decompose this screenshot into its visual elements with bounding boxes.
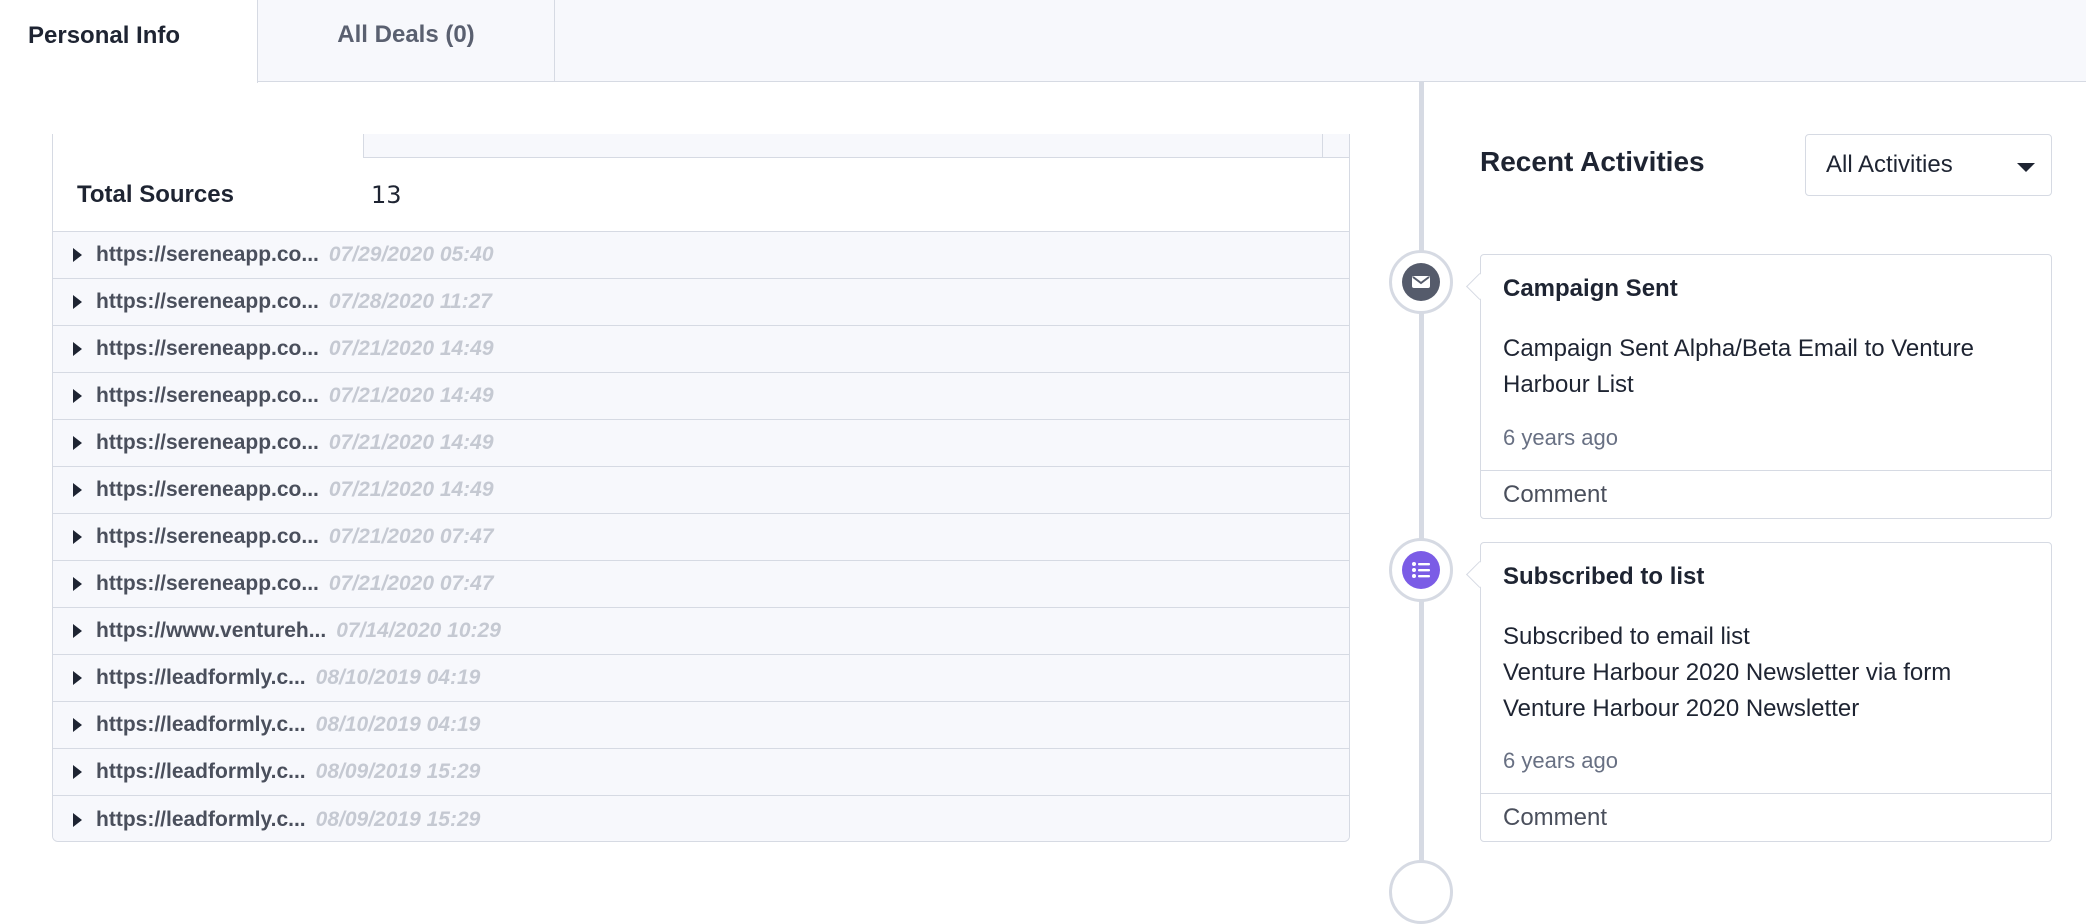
source-date: 07/21/2020 14:49 (328, 337, 494, 360)
strip-cell (1323, 134, 1349, 158)
timeline-line (1419, 82, 1424, 868)
source-url: https://leadformly.c... (96, 807, 306, 831)
sources-panel: Total Sources 13 https://sereneapp.co...… (52, 134, 1350, 842)
comment-button[interactable]: Comment (1481, 470, 2051, 518)
caret-right-icon[interactable] (73, 248, 82, 262)
caret-right-icon[interactable] (73, 577, 82, 591)
source-date: 07/21/2020 07:47 (328, 525, 494, 548)
timeline-node (1389, 538, 1453, 602)
total-sources-row: Total Sources 13 (53, 158, 1349, 232)
activity-title: Subscribed to list (1503, 563, 1705, 590)
source-row[interactable]: https://sereneapp.co... 07/28/2020 11:27 (53, 279, 1349, 326)
source-date: 08/10/2019 04:19 (315, 666, 481, 689)
source-date: 07/21/2020 14:49 (328, 478, 494, 501)
activity-body: Campaign Sent Alpha/Beta Email to Ventur… (1503, 331, 2033, 403)
caret-down-icon (2017, 163, 2035, 172)
source-url: https://sereneapp.co... (96, 290, 319, 313)
caret-right-icon[interactable] (73, 812, 82, 827)
source-url: https://sereneapp.co... (96, 337, 319, 360)
activity-time: 6 years ago (1503, 748, 1618, 773)
source-url: https://sereneapp.co... (96, 243, 319, 266)
caret-right-icon[interactable] (73, 624, 82, 638)
source-url: https://leadformly.c... (96, 713, 306, 736)
source-row[interactable]: https://sereneapp.co... 07/21/2020 14:49 (53, 373, 1349, 420)
source-row[interactable]: https://sereneapp.co... 07/21/2020 14:49 (53, 467, 1349, 514)
caret-right-icon[interactable] (73, 671, 82, 685)
caret-right-icon[interactable] (73, 342, 82, 356)
tab-personal-info[interactable]: Personal Info (0, 0, 258, 83)
source-url: https://sereneapp.co... (96, 384, 319, 407)
recent-activities-title: Recent Activities (1480, 146, 1705, 177)
source-date: 07/21/2020 14:49 (328, 384, 494, 407)
list-icon (1402, 551, 1440, 589)
activity-body-line: Venture Harbour 2020 Newsletter (1503, 695, 1860, 722)
source-url: https://leadformly.c... (96, 760, 306, 783)
activity-body: Subscribed to email list Venture Harbour… (1503, 619, 2033, 727)
source-date: 08/10/2019 04:19 (315, 713, 481, 736)
caret-right-icon[interactable] (73, 389, 82, 403)
total-sources-value: 13 (371, 180, 402, 209)
timeline-node (1389, 250, 1453, 314)
caret-right-icon[interactable] (73, 765, 82, 779)
source-row[interactable]: https://www.ventureh... 07/14/2020 10:29 (53, 608, 1349, 655)
table-top-strip (53, 134, 1349, 158)
source-row[interactable]: https://sereneapp.co... 07/21/2020 07:47 (53, 561, 1349, 608)
source-date: 07/29/2020 05:40 (328, 243, 494, 266)
activity-body-line: Harbour List (1503, 371, 1634, 398)
source-date: 08/09/2019 15:29 (315, 807, 481, 831)
source-row[interactable]: https://leadformly.c... 08/09/2019 15:29 (53, 796, 1349, 841)
strip-cell (363, 134, 1323, 158)
source-row[interactable]: https://sereneapp.co... 07/21/2020 14:49 (53, 326, 1349, 373)
source-row[interactable]: https://leadformly.c... 08/09/2019 15:29 (53, 749, 1349, 796)
caret-right-icon[interactable] (73, 718, 82, 732)
activity-card: Subscribed to list Subscribed to email l… (1480, 542, 2052, 842)
source-row[interactable]: https://sereneapp.co... 07/21/2020 07:47 (53, 514, 1349, 561)
caret-right-icon[interactable] (73, 436, 82, 450)
activity-filter-select[interactable]: All Activities (1805, 134, 2052, 196)
source-row[interactable]: https://leadformly.c... 08/10/2019 04:19 (53, 655, 1349, 702)
source-row[interactable]: https://sereneapp.co... 07/29/2020 05:40 (53, 232, 1349, 279)
activity-filter-value: All Activities (1826, 151, 1953, 178)
source-row[interactable]: https://sereneapp.co... 07/21/2020 14:49 (53, 420, 1349, 467)
activity-body-line: Subscribed to email list (1503, 623, 1750, 650)
activity-title: Campaign Sent (1503, 275, 1678, 302)
source-url: https://www.ventureh... (96, 619, 327, 642)
activity-body-line: Venture Harbour 2020 Newsletter via form (1503, 659, 1952, 686)
activity-card: Campaign Sent Campaign Sent Alpha/Beta E… (1480, 254, 2052, 519)
source-url: https://leadformly.c... (96, 666, 306, 689)
source-url: https://sereneapp.co... (96, 525, 319, 548)
comment-button[interactable]: Comment (1481, 793, 2051, 841)
total-sources-label: Total Sources (77, 180, 234, 208)
source-url: https://sereneapp.co... (96, 478, 319, 501)
source-list: https://sereneapp.co... 07/29/2020 05:40… (53, 232, 1349, 841)
source-date: 07/28/2020 11:27 (328, 290, 492, 313)
caret-right-icon[interactable] (73, 530, 82, 544)
source-row[interactable]: https://leadformly.c... 08/10/2019 04:19 (53, 702, 1349, 749)
timeline-node (1389, 860, 1453, 924)
source-url: https://sereneapp.co... (96, 431, 319, 454)
source-date: 07/21/2020 14:49 (328, 431, 494, 454)
mail-icon (1402, 263, 1440, 301)
caret-right-icon[interactable] (73, 295, 82, 309)
tab-all-deals[interactable]: All Deals (0) (258, 0, 555, 82)
activity-time: 6 years ago (1503, 425, 1618, 450)
activity-body-line: Campaign Sent Alpha/Beta Email to Ventur… (1503, 335, 1974, 362)
caret-right-icon[interactable] (73, 483, 82, 497)
source-date: 07/14/2020 10:29 (336, 619, 501, 642)
source-date: 08/09/2019 15:29 (315, 760, 481, 783)
source-date: 07/21/2020 07:47 (328, 572, 494, 595)
tab-bar: Personal Info All Deals (0) (0, 0, 2086, 83)
source-url: https://sereneapp.co... (96, 572, 319, 595)
